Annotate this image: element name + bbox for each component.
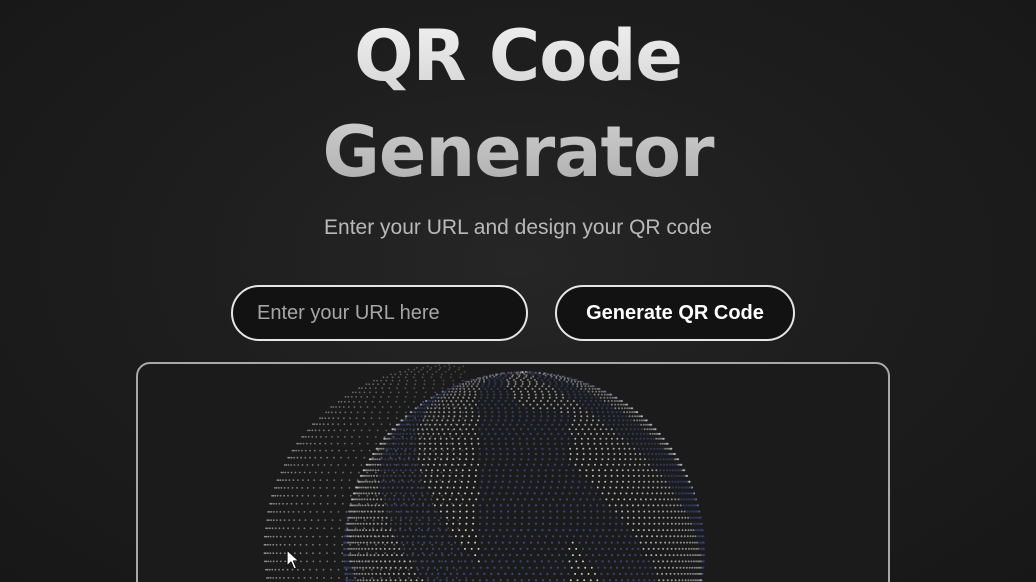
qr-preview-panel xyxy=(136,362,890,582)
page-subtitle: Enter your URL and design your QR code xyxy=(324,216,712,239)
page-title-line-2: Generator xyxy=(322,111,714,193)
particle-sphere-graphic xyxy=(263,364,706,582)
page-title: QR Code Generator xyxy=(0,8,1036,200)
page-title-line-1: QR Code xyxy=(354,15,682,97)
mouse-cursor-icon xyxy=(286,549,300,570)
url-input[interactable] xyxy=(231,285,528,341)
generate-qr-button[interactable]: Generate QR Code xyxy=(555,285,795,341)
